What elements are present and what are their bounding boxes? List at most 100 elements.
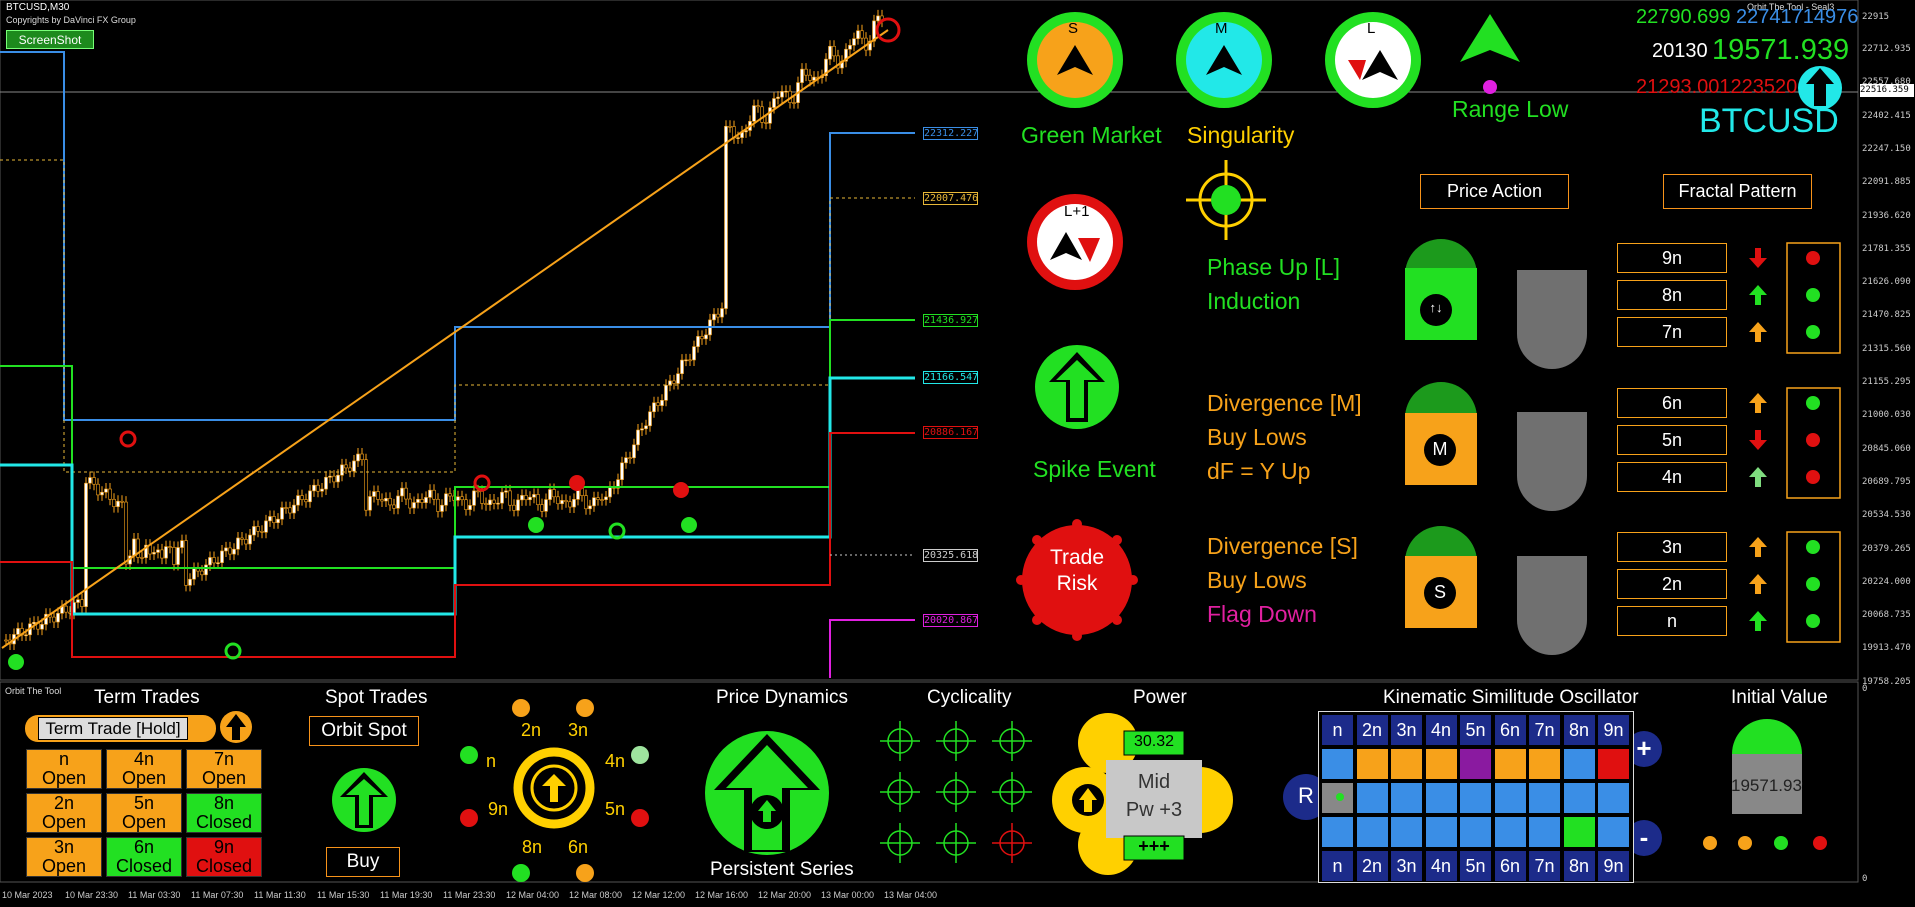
kso-label-7n[interactable]: 7n [1529, 851, 1560, 881]
level-box-3n[interactable]: 3n [1617, 532, 1727, 562]
kso-cell[interactable] [1425, 783, 1457, 813]
kso-label-3n[interactable]: 3n [1391, 715, 1422, 745]
term-cell-6n[interactable]: 6n Closed [106, 837, 182, 877]
term-cell-3n[interactable]: 3n Open [26, 837, 102, 877]
term-trade-hold-button[interactable]: Term Trade [Hold] [38, 717, 188, 740]
screenshot-button[interactable]: ScreenShot [6, 30, 94, 49]
circle-m-label: M [1215, 20, 1228, 37]
level-box-5n[interactable]: 5n [1617, 425, 1727, 455]
kso-cell[interactable] [1356, 783, 1388, 813]
kso-cell[interactable] [1391, 783, 1422, 813]
orbit-label-8n: 8n [522, 837, 543, 857]
candle-body [692, 346, 696, 361]
kso-cell[interactable] [1529, 783, 1560, 813]
kso-cell[interactable] [1598, 783, 1629, 813]
kso-label-3n[interactable]: 3n [1391, 851, 1422, 881]
kso-label-5n[interactable]: 5n [1460, 851, 1491, 881]
symbol-label: BTCUSD [1699, 102, 1839, 140]
buy-button[interactable]: Buy [326, 847, 400, 877]
term-cell-2n[interactable]: 2n Open [26, 793, 102, 833]
kso-label-9n[interactable]: 9n [1598, 851, 1629, 881]
candle-body [556, 496, 560, 505]
candle-body [460, 496, 464, 501]
kso-label-6n[interactable]: 6n [1494, 715, 1526, 745]
kso-cell[interactable] [1391, 749, 1422, 779]
kso-cell[interactable] [1563, 783, 1595, 813]
candle-body [620, 462, 624, 480]
time-axis-label: 12 Mar 12:00 [632, 890, 686, 900]
kso-label-n[interactable]: n [1322, 851, 1353, 881]
level-box-n[interactable]: n [1617, 606, 1727, 636]
term-cell-9n[interactable]: 9n Closed [186, 837, 262, 877]
term-cell-5n[interactable]: 5n Open [106, 793, 182, 833]
candle-body [368, 496, 372, 511]
candle-body [108, 488, 112, 500]
kso-cell[interactable] [1529, 817, 1560, 847]
kso-cell[interactable] [1598, 817, 1629, 847]
kso-label-8n[interactable]: 8n [1563, 851, 1595, 881]
level-box-2n[interactable]: 2n [1617, 569, 1727, 599]
kso-cell[interactable] [1563, 749, 1595, 779]
range-low-label: Range Low [1452, 96, 1569, 122]
kso-label-4n[interactable]: 4n [1425, 851, 1457, 881]
kso-cell[interactable] [1460, 783, 1491, 813]
candle-body [648, 411, 652, 427]
kso-cell[interactable] [1494, 749, 1526, 779]
level-box-9n[interactable]: 9n [1617, 243, 1727, 273]
kso-cell[interactable] [1563, 817, 1595, 847]
kso-label-8n[interactable]: 8n [1563, 715, 1595, 745]
candle-body [832, 45, 836, 57]
level-box-4n[interactable]: 4n [1617, 462, 1727, 492]
level-box-6n[interactable]: 6n [1617, 388, 1727, 418]
level-box-7n[interactable]: 7n [1617, 317, 1727, 347]
time-axis-label: 11 Mar 07:30 [191, 890, 244, 900]
candle-body [140, 557, 144, 559]
term-cell-n[interactable]: n Open [26, 749, 102, 789]
kso-label-2n[interactable]: 2n [1356, 715, 1388, 745]
level-box-8n[interactable]: 8n [1617, 280, 1727, 310]
kso-label-7n[interactable]: 7n [1529, 715, 1560, 745]
price-scale-label: 20845.060 [1862, 443, 1911, 454]
price-action-button[interactable]: Price Action [1420, 174, 1569, 209]
kso-cell[interactable] [1356, 817, 1388, 847]
candle-body [376, 491, 380, 500]
candle-body [464, 499, 468, 510]
kso-cell[interactable] [1494, 783, 1526, 813]
kso-label-n[interactable]: n [1322, 715, 1353, 745]
candle-body [548, 489, 552, 500]
fractal-pattern-button[interactable]: Fractal Pattern [1663, 174, 1812, 209]
candle-body [320, 488, 324, 492]
candle-body [700, 336, 704, 340]
kso-cell[interactable] [1598, 749, 1629, 779]
kso-cell[interactable] [1529, 749, 1560, 779]
kso-cell[interactable] [1322, 749, 1353, 779]
kso-cell[interactable] [1391, 817, 1422, 847]
kso-label-9n[interactable]: 9n [1598, 715, 1629, 745]
orbit-spot-button[interactable]: Orbit Spot [309, 716, 419, 746]
candle-body [188, 578, 192, 586]
candle-body [116, 500, 120, 507]
kso-cell[interactable] [1494, 817, 1526, 847]
power-bottom: +++ [1138, 836, 1170, 856]
candle-body [448, 493, 452, 497]
term-cell-8n[interactable]: 8n Closed [186, 793, 262, 833]
kso-cell[interactable] [1460, 749, 1491, 779]
kso-label-5n[interactable]: 5n [1460, 715, 1491, 745]
term-cell-7n[interactable]: 7n Open [186, 749, 262, 789]
level-status-dot [1806, 577, 1820, 591]
kso-cell[interactable] [1322, 817, 1353, 847]
kso-label-4n[interactable]: 4n [1425, 715, 1457, 745]
kso-cell[interactable] [1425, 749, 1457, 779]
time-axis-label: 10 Mar 2023 [2, 890, 53, 900]
kso-cell[interactable] [1425, 817, 1457, 847]
candle-body [364, 459, 368, 511]
kso-cell[interactable] [1356, 749, 1388, 779]
price-dynamics-icon [705, 731, 829, 855]
kso-cell[interactable] [1460, 817, 1491, 847]
candle-body [432, 489, 436, 500]
level-tag: 22312.227 [923, 127, 979, 140]
kso-label-2n[interactable]: 2n [1356, 851, 1388, 881]
candle-body [288, 507, 292, 514]
term-cell-4n[interactable]: 4n Open [106, 749, 182, 789]
kso-label-6n[interactable]: 6n [1494, 851, 1526, 881]
